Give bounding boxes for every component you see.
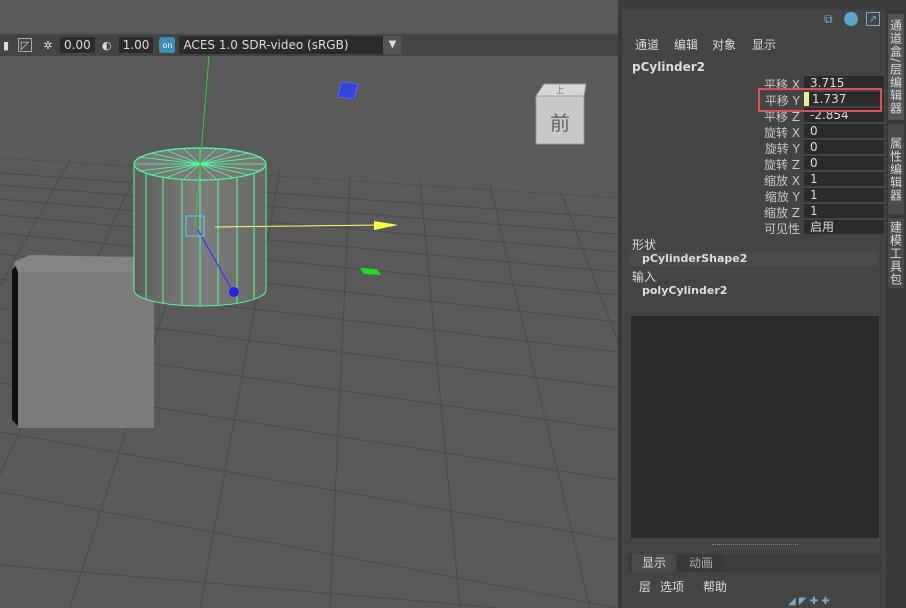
colorspace-dropdown[interactable]: ACES 1.0 SDR-video (sRGB) ▼ xyxy=(179,36,402,54)
sphere-icon[interactable] xyxy=(844,12,858,26)
input-name[interactable]: polyCylinder2 xyxy=(642,284,727,297)
shape-name: pCylinderShape2 xyxy=(642,252,748,265)
view-cube-top-label: 上 xyxy=(555,85,564,96)
attr-label-rotate-y: 旋转 Y xyxy=(764,142,800,156)
attr-label-visibility: 可见性 xyxy=(763,222,800,236)
sidetab-modeling-toolkit[interactable]: 建模工具包 xyxy=(888,218,904,288)
highlight-box xyxy=(758,88,882,112)
tab-display[interactable]: 显示 xyxy=(632,554,676,572)
menu-edit[interactable]: 编辑 xyxy=(674,36,698,53)
side-tab-bar: 通道盒/层编辑器 属性编辑器 建模工具包 xyxy=(886,10,906,608)
attr-value-scale-y[interactable]: 1 xyxy=(804,188,884,202)
tab-animation[interactable]: 动画 xyxy=(678,554,724,572)
viewport-toolbar: ▮ ◸ ✲ 0.00 ◐ 1.00 on ACES 1.0 SDR-video … xyxy=(0,34,618,56)
splitter-handle[interactable] xyxy=(712,544,798,547)
expand-icon[interactable]: ↗ xyxy=(866,12,880,26)
view-cube: 上 前 xyxy=(535,83,587,145)
menu-layers[interactable]: 层 xyxy=(639,578,651,595)
attr-label-scale-x: 缩放 X xyxy=(763,174,800,188)
channel-box-panel: ⧉ ↗ 通道 编辑 对象 显示 pCylinder2 平移 X 3.715 平移… xyxy=(622,10,886,608)
blue-marker xyxy=(337,81,359,100)
resize-icon[interactable]: ◸ xyxy=(18,38,32,52)
gamma-icon[interactable]: ◐ xyxy=(99,37,115,53)
chevron-down-icon: ▼ xyxy=(383,36,402,54)
empty-attribute-area xyxy=(631,316,879,538)
attr-value-scale-z[interactable]: 1 xyxy=(804,204,884,218)
attr-value-rotate-x[interactable]: 0 xyxy=(804,124,884,138)
attr-value-scale-x[interactable]: 1 xyxy=(804,172,884,186)
attr-label-scale-y: 缩放 Y xyxy=(764,190,800,204)
frame-icon[interactable]: ▮ xyxy=(0,37,14,53)
attr-value-rotate-y[interactable]: 0 xyxy=(804,140,884,154)
exposure-field[interactable]: 0.00 xyxy=(60,37,95,53)
viewport-3d[interactable]: 上 前 xyxy=(0,0,618,608)
sidetab-channel-box[interactable]: 通道盒/层编辑器 xyxy=(888,14,904,120)
attr-label-rotate-z: 旋转 Z xyxy=(763,158,800,172)
menu-options[interactable]: 选项 xyxy=(660,578,684,595)
sidetab-attribute-editor[interactable]: 属性编辑器 xyxy=(888,124,904,214)
inputs-header: 输入 xyxy=(632,270,657,284)
hierarchy-icon[interactable]: ⧉ xyxy=(824,12,838,26)
menu-channels[interactable]: 通道 xyxy=(635,36,659,53)
layer-tool-icons[interactable]: ◢ ◤ ✚ ✚ xyxy=(788,596,830,607)
color-management-icon[interactable]: on xyxy=(159,37,176,53)
exposure-icon[interactable]: ✲ xyxy=(40,37,56,53)
menu-object[interactable]: 对象 xyxy=(712,36,736,53)
menu-show[interactable]: 显示 xyxy=(752,36,776,53)
shapes-header: 形状 xyxy=(632,238,657,252)
layer-editor: 显示 动画 层 选项 帮助 ◢ ◤ ✚ ✚ xyxy=(628,554,882,608)
view-cube-front-label: 前 xyxy=(550,111,570,135)
attr-value-visibility[interactable]: 启用 xyxy=(804,220,884,234)
viewport-scene: 上 前 xyxy=(0,55,618,608)
attr-value-rotate-z[interactable]: 0 xyxy=(804,156,884,170)
shape-row[interactable]: pCylinderShape2 xyxy=(630,252,878,266)
attr-label-scale-z: 缩放 Z xyxy=(763,206,800,220)
menu-help[interactable]: 帮助 xyxy=(703,578,727,595)
attr-label-rotate-x: 旋转 X xyxy=(763,126,800,140)
gamma-field[interactable]: 1.00 xyxy=(118,37,154,53)
object-name[interactable]: pCylinder2 xyxy=(632,60,705,74)
colorspace-label: ACES 1.0 SDR-video (sRGB) xyxy=(183,38,349,52)
